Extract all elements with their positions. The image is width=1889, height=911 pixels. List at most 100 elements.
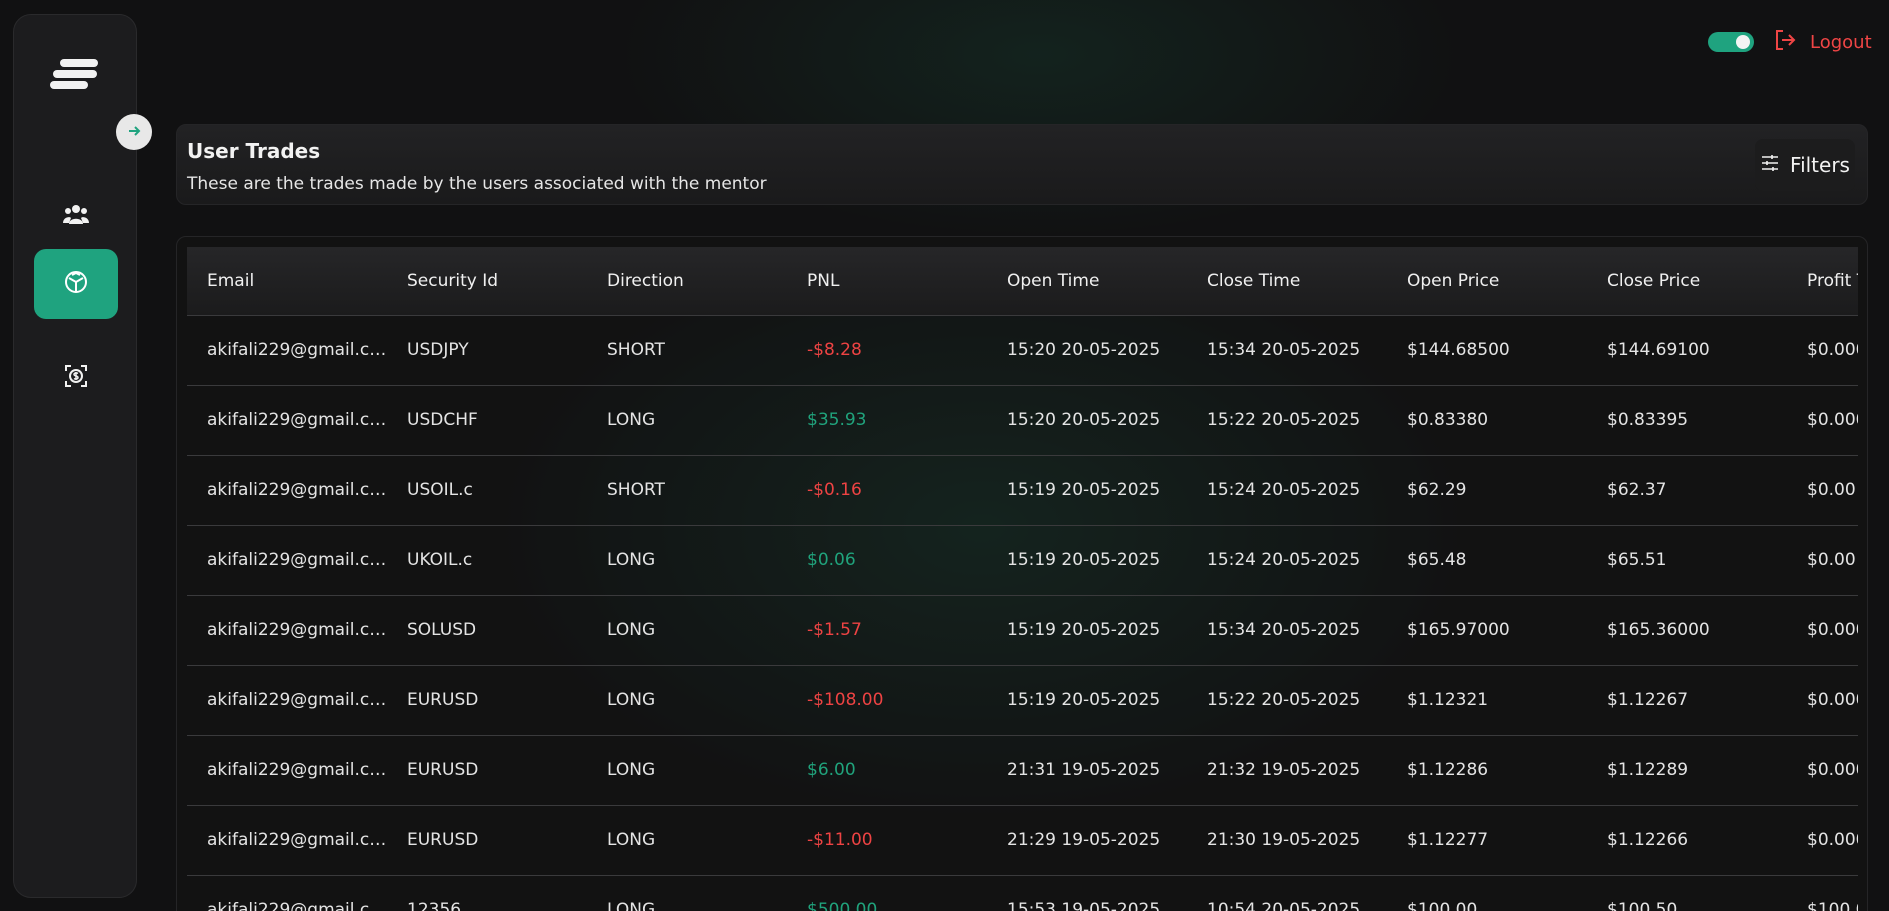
filters-button[interactable]: Filters bbox=[1755, 139, 1855, 191]
cell-open-price: $0.83380 bbox=[1387, 385, 1587, 456]
cell-close-time: 15:24 20-05-2025 bbox=[1187, 525, 1387, 596]
trades-table-scroll[interactable]: Email Security Id Direction PNL Open Time Clo… bbox=[187, 247, 1858, 911]
cell-email: akifali229@gmail.com bbox=[187, 665, 387, 736]
column-header-close-time[interactable]: Close Time bbox=[1187, 247, 1387, 315]
sidebar-item-trades[interactable] bbox=[34, 249, 118, 319]
cell-close-price: $165.36000 bbox=[1587, 595, 1787, 666]
table-row[interactable]: akifali229@gmail.com 12356 LONG $500.00 15:5… bbox=[187, 875, 1858, 911]
table-row[interactable]: akifali229@gmail.com EURUSD LONG -$11.00 21:… bbox=[187, 805, 1858, 876]
payout-icon bbox=[64, 364, 88, 392]
cell-open-time: 21:31 19-05-2025 bbox=[987, 735, 1187, 806]
cell-direction: LONG bbox=[587, 875, 787, 911]
cell-close-price: $0.83395 bbox=[1587, 385, 1787, 456]
table-row[interactable]: akifali229@gmail.com SOLUSD LONG -$1.57 15:1… bbox=[187, 595, 1858, 666]
cell-security-id: USDCHF bbox=[387, 385, 587, 456]
cell-close-price: $1.12289 bbox=[1587, 735, 1787, 806]
cell-security-id: SOLUSD bbox=[387, 595, 587, 666]
cell-pnl: $6.00 bbox=[787, 735, 987, 806]
table-row[interactable]: akifali229@gmail.com USDJPY SHORT -$8.28 15:… bbox=[187, 315, 1858, 386]
cell-close-time: 10:54 20-05-2025 bbox=[1187, 875, 1387, 911]
cell-profit-target: $0.00 bbox=[1787, 525, 1858, 596]
logout-button[interactable]: Logout bbox=[1774, 28, 1872, 56]
column-header-close-price[interactable]: Close Price bbox=[1587, 247, 1787, 315]
cell-open-time: 15:19 20-05-2025 bbox=[987, 455, 1187, 526]
sidebar-item-payouts[interactable] bbox=[34, 343, 118, 413]
cell-close-time: 21:32 19-05-2025 bbox=[1187, 735, 1387, 806]
sliders-icon bbox=[1760, 153, 1780, 178]
cell-close-price: $65.51 bbox=[1587, 525, 1787, 596]
table-row[interactable]: akifali229@gmail.com UKOIL.c LONG $0.06 15:1… bbox=[187, 525, 1858, 596]
cell-close-price: $1.12266 bbox=[1587, 805, 1787, 876]
table-row[interactable]: akifali229@gmail.com EURUSD LONG $6.00 21:31… bbox=[187, 735, 1858, 806]
column-header-direction[interactable]: Direction bbox=[587, 247, 787, 315]
toggle-knob bbox=[1736, 35, 1750, 49]
sidebar-item-users[interactable] bbox=[34, 182, 118, 252]
table-row[interactable]: akifali229@gmail.com EURUSD LONG -$108.00 15… bbox=[187, 665, 1858, 736]
cell-security-id: EURUSD bbox=[387, 665, 587, 736]
column-header-pnl[interactable]: PNL bbox=[787, 247, 987, 315]
cell-open-time: 15:20 20-05-2025 bbox=[987, 385, 1187, 456]
cell-email: akifali229@gmail.com bbox=[187, 595, 387, 666]
cell-close-time: 21:30 19-05-2025 bbox=[1187, 805, 1387, 876]
cell-pnl: -$0.16 bbox=[787, 455, 987, 526]
logo-icon bbox=[50, 55, 102, 95]
users-icon bbox=[63, 204, 89, 230]
cell-open-time: 21:29 19-05-2025 bbox=[987, 805, 1187, 876]
table-row[interactable]: akifali229@gmail.com USDCHF LONG $35.93 15:2… bbox=[187, 385, 1858, 456]
trades-icon bbox=[63, 269, 89, 299]
cell-open-time: 15:20 20-05-2025 bbox=[987, 315, 1187, 386]
sidebar-expand-button[interactable] bbox=[116, 114, 152, 150]
cell-direction: LONG bbox=[587, 385, 787, 456]
cell-close-time: 15:22 20-05-2025 bbox=[1187, 385, 1387, 456]
column-header-open-time[interactable]: Open Time bbox=[987, 247, 1187, 315]
cell-close-price: $62.37 bbox=[1587, 455, 1787, 526]
cell-pnl: $0.06 bbox=[787, 525, 987, 596]
cell-pnl: $35.93 bbox=[787, 385, 987, 456]
table-header-row: Email Security Id Direction PNL Open Time Clo… bbox=[187, 247, 1858, 315]
table-row[interactable]: akifali229@gmail.com USOIL.c SHORT -$0.16 15… bbox=[187, 455, 1858, 526]
cell-pnl: $500.00 bbox=[787, 875, 987, 911]
cell-close-time: 15:24 20-05-2025 bbox=[1187, 455, 1387, 526]
cell-email: akifali229@gmail.com bbox=[187, 735, 387, 806]
cell-close-time: 15:34 20-05-2025 bbox=[1187, 315, 1387, 386]
cell-open-price: $165.97000 bbox=[1387, 595, 1587, 666]
cell-direction: SHORT bbox=[587, 455, 787, 526]
cell-close-time: 15:34 20-05-2025 bbox=[1187, 595, 1387, 666]
cell-direction: LONG bbox=[587, 805, 787, 876]
cell-open-price: $144.68500 bbox=[1387, 315, 1587, 386]
cell-close-time: 15:22 20-05-2025 bbox=[1187, 665, 1387, 736]
cell-pnl: -$1.57 bbox=[787, 595, 987, 666]
cell-email: akifali229@gmail.com bbox=[187, 385, 387, 456]
cell-email: akifali229@gmail.com bbox=[187, 525, 387, 596]
column-header-security-id[interactable]: Security Id bbox=[387, 247, 587, 315]
cell-direction: LONG bbox=[587, 735, 787, 806]
cell-profit-target: $0.00 bbox=[1787, 455, 1858, 526]
cell-security-id: USDJPY bbox=[387, 315, 587, 386]
column-header-profit-target[interactable]: Profit Target bbox=[1787, 247, 1858, 315]
cell-open-price: $1.12277 bbox=[1387, 805, 1587, 876]
cell-pnl: -$11.00 bbox=[787, 805, 987, 876]
cell-close-price: $100.50 bbox=[1587, 875, 1787, 911]
cell-security-id: 12356 bbox=[387, 875, 587, 911]
cell-direction: SHORT bbox=[587, 315, 787, 386]
cell-profit-target: $0.00000 bbox=[1787, 315, 1858, 386]
theme-toggle[interactable] bbox=[1708, 32, 1754, 52]
column-header-open-price[interactable]: Open Price bbox=[1387, 247, 1587, 315]
cell-security-id: UKOIL.c bbox=[387, 525, 587, 596]
cell-email: akifali229@gmail.com bbox=[187, 875, 387, 911]
filters-label: Filters bbox=[1790, 153, 1850, 177]
cell-pnl: -$8.28 bbox=[787, 315, 987, 386]
cell-open-price: $62.29 bbox=[1387, 455, 1587, 526]
cell-pnl: -$108.00 bbox=[787, 665, 987, 736]
cell-open-time: 15:53 19-05-2025 bbox=[987, 875, 1187, 911]
cell-open-price: $1.12321 bbox=[1387, 665, 1587, 736]
cell-open-time: 15:19 20-05-2025 bbox=[987, 665, 1187, 736]
cell-profit-target: $0.00000 bbox=[1787, 805, 1858, 876]
logout-label: Logout bbox=[1810, 31, 1872, 53]
column-header-email[interactable]: Email bbox=[187, 247, 387, 315]
page-title: User Trades bbox=[187, 139, 321, 163]
cell-profit-target: $0.00000 bbox=[1787, 735, 1858, 806]
cell-open-price: $1.12286 bbox=[1387, 735, 1587, 806]
cell-profit-target: $0.00000 bbox=[1787, 385, 1858, 456]
cell-open-price: $65.48 bbox=[1387, 525, 1587, 596]
